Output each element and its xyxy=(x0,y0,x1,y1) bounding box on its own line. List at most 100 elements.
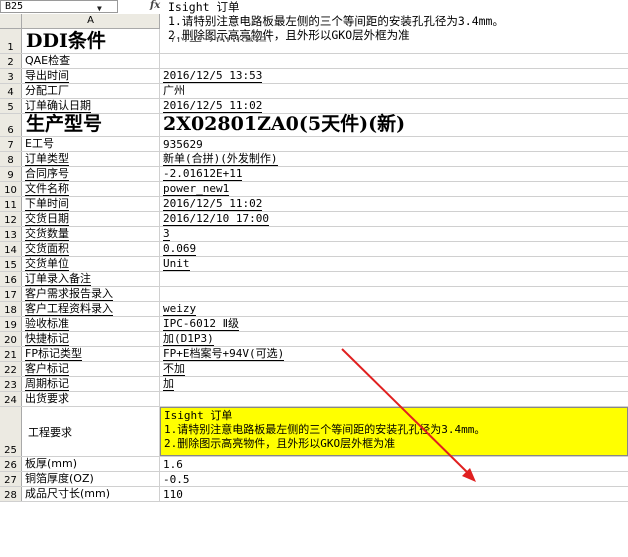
cell-b[interactable]: -2.01612E+11 xyxy=(160,167,628,181)
row-header[interactable]: 15 xyxy=(0,257,22,271)
cell-a[interactable]: 合同序号 xyxy=(22,167,160,181)
row-header[interactable]: 3 xyxy=(0,69,22,83)
row-header[interactable]: 19 xyxy=(0,317,22,331)
chevron-down-icon[interactable]: ▼ xyxy=(97,3,102,14)
cell-a[interactable]: 交货数量 xyxy=(22,227,160,241)
cell-a[interactable]: 客户需求报告录入 xyxy=(22,287,160,301)
row-header[interactable]: 24 xyxy=(0,392,22,406)
cell-b[interactable]: 加(D1P3) xyxy=(160,332,628,346)
cell-a-text: 生产型号 xyxy=(26,113,103,135)
cell-b[interactable]: 不加 xyxy=(160,362,628,376)
cell-a[interactable]: 分配工厂 xyxy=(22,84,160,98)
cell-a[interactable]: 下单时间 xyxy=(22,197,160,211)
cell-b[interactable]: 新单(合拼)(外发制作) xyxy=(160,152,628,166)
row-header[interactable]: 10 xyxy=(0,182,22,196)
spreadsheet-grid: 1 DDI条件 2 QAE检查 3 导出时间 2016/12/5 13:53 4 分配工厂 广州 5… xyxy=(0,29,628,502)
row-header[interactable]: 13 xyxy=(0,227,22,241)
cell-b[interactable] xyxy=(160,392,628,406)
row-header[interactable]: 23 xyxy=(0,377,22,391)
row-header[interactable]: 8 xyxy=(0,152,22,166)
cell-b[interactable]: 2016/12/5 13:53 xyxy=(160,69,628,83)
cell-a[interactable]: E工号 xyxy=(22,137,160,151)
cell-a[interactable]: 文件名称 xyxy=(22,182,160,196)
cell-a[interactable]: 验收标准 xyxy=(22,317,160,331)
cell-b[interactable]: Unit xyxy=(160,257,628,271)
row-header[interactable]: 21 xyxy=(0,347,22,361)
cell-b[interactable]: 1.6 xyxy=(160,457,628,471)
row-header[interactable]: 6 xyxy=(0,114,22,136)
cell-b-text: 新单(合拼)(外发制作) xyxy=(163,152,278,166)
cell-a[interactable]: 工程要求 xyxy=(22,407,160,456)
cell-b[interactable]: 加 xyxy=(160,377,628,391)
row-header[interactable]: 5 xyxy=(0,99,22,113)
row-header[interactable]: 22 xyxy=(0,362,22,376)
cell-b[interactable]: 2016/12/5 11:02 xyxy=(160,197,628,211)
cell-b[interactable] xyxy=(160,287,628,301)
cell-b[interactable]: 0.069 xyxy=(160,242,628,256)
cell-a[interactable]: FP标记类型 xyxy=(22,347,160,361)
cell-a[interactable]: DDI条件 xyxy=(22,29,160,53)
table-row: 11 下单时间 2016/12/5 11:02 xyxy=(0,197,628,212)
cell-a[interactable]: 订单类型 xyxy=(22,152,160,166)
cell-a[interactable]: 交货面积 xyxy=(22,242,160,256)
cell-b[interactable]: 110 xyxy=(160,487,628,501)
row-header[interactable]: 1 xyxy=(0,29,22,53)
select-all-corner[interactable] xyxy=(0,14,22,29)
row-header[interactable]: 2 xyxy=(0,54,22,68)
cell-a[interactable]: 铜箔厚度(OZ) xyxy=(22,472,160,486)
cell-b[interactable]: weizy xyxy=(160,302,628,316)
row-header[interactable]: 9 xyxy=(0,167,22,181)
name-box[interactable]: B25 ▼ xyxy=(0,0,118,13)
cell-b-text: -2.01612E+11 xyxy=(163,167,243,181)
row-header[interactable]: 20 xyxy=(0,332,22,346)
cell-a[interactable]: 导出时间 xyxy=(22,69,160,83)
cell-b[interactable]: IPC-6012 Ⅱ级 xyxy=(160,317,628,331)
cell-b[interactable]: 3 xyxy=(160,227,628,241)
row-header[interactable]: 7 xyxy=(0,137,22,151)
cell-b[interactable]: FP+E档案号+94V(可选) xyxy=(160,347,628,361)
fx-icon[interactable]: fx xyxy=(150,0,160,11)
cell-a[interactable]: 交货单位 xyxy=(22,257,160,271)
cell-b[interactable]: 935629 xyxy=(160,137,628,151)
row-header[interactable]: 28 xyxy=(0,487,22,501)
formula-line-1: Isight 订单 xyxy=(168,0,240,14)
row-header[interactable]: 26 xyxy=(0,457,22,471)
cell-a[interactable]: 板厚(mm) xyxy=(22,457,160,471)
row-header[interactable]: 11 xyxy=(0,197,22,211)
cell-b[interactable]: power_new1 xyxy=(160,182,628,196)
row-header[interactable]: 17 xyxy=(0,287,22,301)
cell-a[interactable]: 客户标记 xyxy=(22,362,160,376)
cell-b[interactable] xyxy=(160,272,628,286)
row-header[interactable]: 12 xyxy=(0,212,22,226)
cell-a[interactable]: QAE检查 xyxy=(22,54,160,68)
row-header[interactable]: 14 xyxy=(0,242,22,256)
cell-a-text: 交货面积 xyxy=(25,242,69,256)
cell-a[interactable]: 周期标记 xyxy=(22,377,160,391)
cell-b[interactable]: 2X02801ZA0(5天件)(新) xyxy=(160,113,628,136)
row-header[interactable]: 27 xyxy=(0,472,22,486)
cell-b[interactable]: 广州 xyxy=(160,84,628,98)
row-header[interactable]: 16 xyxy=(0,272,22,286)
cell-b[interactable] xyxy=(160,54,628,68)
table-row: 19 验收标准 IPC-6012 Ⅱ级 xyxy=(0,317,628,332)
table-row: 15 交货单位 Unit xyxy=(0,257,628,272)
table-row: 2 QAE检查 xyxy=(0,54,628,69)
row-header[interactable]: 18 xyxy=(0,302,22,316)
cell-b-text: 不加 xyxy=(163,362,185,376)
cell-a[interactable]: 生产型号 xyxy=(22,113,160,136)
row-header[interactable]: 25 xyxy=(0,407,22,456)
cell-a[interactable]: 订单录入备注 xyxy=(22,272,160,286)
cell-a-text: 订单类型 xyxy=(25,152,69,166)
cell-a[interactable]: 客户工程资料录入 xyxy=(22,302,160,316)
cell-b-text: 1.6 xyxy=(163,458,183,471)
row-header[interactable]: 4 xyxy=(0,84,22,98)
cell-a[interactable]: 出货要求 xyxy=(22,392,160,406)
cell-a[interactable]: 快捷标记 xyxy=(22,332,160,346)
cell-b[interactable]: -0.5 xyxy=(160,472,628,486)
cell-b-line: 2.删除图示高亮物件，且外形以GKO层外框为准 xyxy=(164,437,396,450)
cell-a-text: 交货数量 xyxy=(25,227,69,241)
cell-b[interactable]: 2016/12/10 17:00 xyxy=(160,212,628,226)
cell-a[interactable]: 交货日期 xyxy=(22,212,160,226)
cell-b[interactable]: Isight 订单 1.请特别注意电路板最左侧的三个等间距的安装孔孔径为3.4mm… xyxy=(160,407,628,456)
cell-a[interactable]: 成品尺寸长(mm) xyxy=(22,487,160,501)
